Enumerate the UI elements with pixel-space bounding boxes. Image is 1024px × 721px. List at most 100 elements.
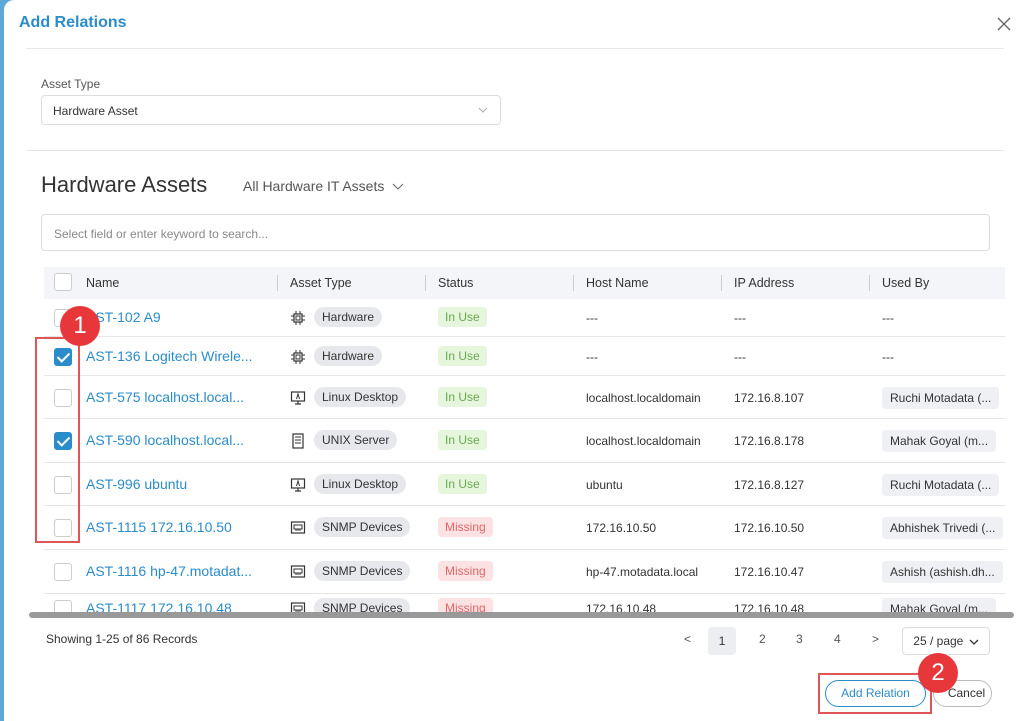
asset-type-cell: Hardware (290, 346, 383, 366)
asset-type-cell: SNMP Devices (290, 561, 411, 581)
status-cell: In Use (438, 387, 487, 407)
asset-type-tag: Linux Desktop (314, 474, 407, 494)
column-separator (425, 275, 426, 291)
chip-icon (290, 349, 314, 364)
asset-type-select[interactable]: Hardware Asset (41, 95, 501, 125)
asset-type-tag: Hardware (314, 346, 383, 366)
column-header-asset-type[interactable]: Asset Type (290, 276, 352, 290)
used-by-cell: Ruchi Motadata (... (882, 474, 1000, 496)
used-by-value: Mahak Goyal (m... (882, 430, 997, 452)
highlight-box-add-relation (818, 673, 932, 714)
column-separator (721, 275, 722, 291)
status-cell: In Use (438, 430, 487, 450)
view-selector[interactable]: All Hardware IT Assets (243, 178, 404, 194)
column-header-status[interactable]: Status (438, 276, 473, 290)
step-marker-2: 2 (918, 653, 958, 693)
asset-type-cell: SNMP Devices (290, 517, 411, 537)
used-by-cell: Ruchi Motadata (... (882, 387, 1000, 409)
host-name-cell: --- (586, 311, 598, 325)
column-separator (277, 275, 278, 291)
table-row[interactable]: AST-996 ubuntu Linux Desktop In Use ubuntu 1… (44, 463, 1005, 506)
status-badge: In Use (438, 474, 487, 494)
chevron-down-icon (478, 107, 488, 113)
host-name-cell: --- (586, 350, 598, 364)
search-input[interactable]: Select field or enter keyword to search.… (41, 214, 990, 251)
ip-address-cell: 172.16.8.127 (734, 478, 805, 492)
page-2[interactable]: 2 (759, 632, 766, 646)
asset-name-link[interactable]: AST-1116 hp-47.motadat... (86, 563, 252, 579)
table-row[interactable]: AST-575 localhost.local... Linux Desktop I… (44, 376, 1005, 419)
chevron-down-icon (969, 639, 979, 645)
section-title: Hardware Assets (41, 172, 208, 197)
used-by-cell: --- (882, 346, 894, 364)
status-badge: In Use (438, 346, 487, 366)
divider (26, 48, 1004, 49)
page-size-value: 25 / page (913, 634, 964, 648)
column-header-ip-address[interactable]: IP Address (734, 276, 794, 290)
page-3[interactable]: 3 (796, 632, 803, 646)
network-device-icon (290, 564, 314, 578)
status-cell: Missing (438, 561, 493, 581)
status-badge: In Use (438, 430, 487, 450)
column-header-name[interactable]: Name (86, 276, 119, 290)
column-header-used-by[interactable]: Used By (882, 276, 929, 290)
highlight-box-checkboxes (35, 337, 80, 543)
column-separator (869, 275, 870, 291)
used-by-value: --- (882, 311, 894, 325)
used-by-cell: Abhishek Trivedi (... (882, 517, 1004, 539)
asset-type-tag: UNIX Server (314, 430, 398, 450)
table-row[interactable]: AST-590 localhost.local... UNIX Server In … (44, 419, 1005, 463)
status-cell: In Use (438, 307, 487, 327)
host-name-cell: localhost.localdomain (586, 391, 701, 405)
asset-name-link[interactable]: AST-1115 172.16.10.50 (86, 519, 232, 535)
ip-address-cell: --- (734, 350, 746, 364)
table-row[interactable]: AST-1115 172.16.10.50 SNMP Devices Missing… (44, 506, 1005, 550)
column-separator (573, 275, 574, 291)
asset-type-cell: Linux Desktop (290, 387, 407, 407)
asset-name-link[interactable]: AST-996 ubuntu (86, 476, 187, 492)
divider (26, 150, 1004, 151)
asset-name-link[interactable]: AST-590 localhost.local... (86, 432, 244, 448)
host-name-cell: ubuntu (586, 478, 623, 492)
used-by-value: Ruchi Motadata (... (882, 474, 1000, 496)
status-cell: Missing (438, 517, 493, 537)
desktop-icon (290, 390, 314, 405)
page-size-select[interactable]: 25 / page (902, 627, 990, 655)
asset-name-link[interactable]: AST-136 Logitech Wirele... (86, 348, 253, 364)
page-4[interactable]: 4 (834, 632, 841, 646)
status-cell: In Use (438, 474, 487, 494)
select-all-checkbox[interactable] (54, 273, 72, 291)
used-by-value: --- (882, 350, 894, 364)
chip-icon (290, 310, 314, 325)
status-cell: In Use (438, 346, 487, 366)
status-badge: Missing (438, 561, 493, 581)
used-by-value: Ruchi Motadata (... (882, 387, 1000, 409)
ip-address-cell: 172.16.10.50 (734, 521, 805, 535)
asset-name-link[interactable]: AST-575 localhost.local... (86, 389, 244, 405)
close-icon[interactable] (996, 16, 1012, 32)
used-by-cell: Ashish (ashish.dh... (882, 561, 1003, 583)
host-name-cell: 172.16.10.50 (586, 521, 657, 535)
used-by-cell: --- (882, 307, 894, 325)
ip-address-cell: --- (734, 311, 746, 325)
table-row[interactable]: AST-102 A9 Hardware In Use --- --- --- (44, 298, 1005, 337)
table-row[interactable]: AST-1116 hp-47.motadat... SNMP Devices Mis… (44, 550, 1005, 594)
asset-type-tag: Hardware (314, 307, 383, 327)
status-badge: In Use (438, 307, 487, 327)
next-page-icon[interactable]: > (872, 632, 879, 646)
horizontal-scrollbar[interactable] (29, 612, 1014, 618)
prev-page-icon[interactable]: < (684, 632, 691, 646)
ip-address-cell: 172.16.10.47 (734, 565, 805, 579)
asset-type-tag: SNMP Devices (314, 517, 411, 537)
table-row[interactable]: AST-136 Logitech Wirele... Hardware In Use… (44, 337, 1005, 376)
ip-address-cell: 172.16.8.107 (734, 391, 805, 405)
records-count: Showing 1-25 of 86 Records (46, 632, 198, 646)
row-checkbox[interactable] (54, 563, 72, 581)
used-by-cell: Mahak Goyal (m... (882, 430, 997, 452)
network-device-icon (290, 520, 314, 534)
column-header-host-name[interactable]: Host Name (586, 276, 649, 290)
page-1[interactable]: 1 (708, 627, 736, 655)
chevron-down-icon (392, 183, 404, 191)
ip-address-cell: 172.16.8.178 (734, 434, 805, 448)
asset-type-cell: Linux Desktop (290, 474, 407, 494)
